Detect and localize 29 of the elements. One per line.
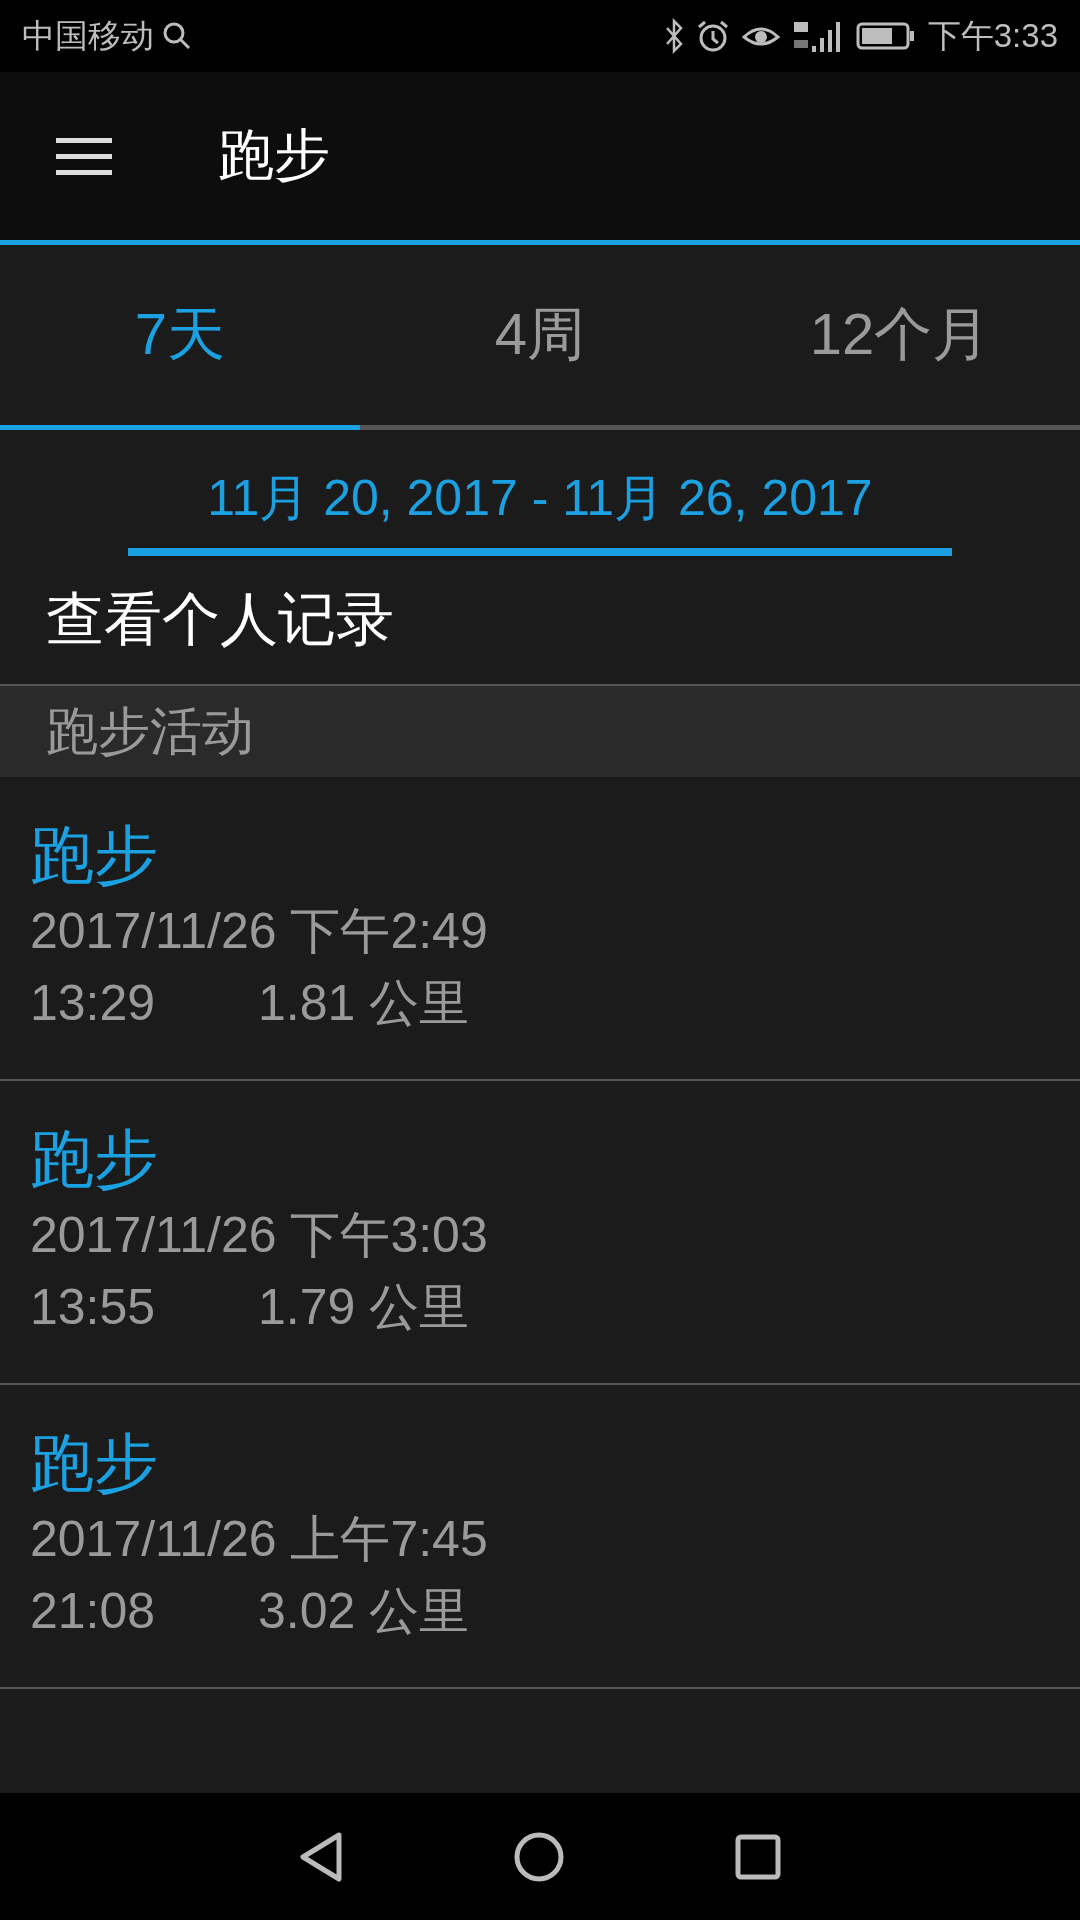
back-icon[interactable] xyxy=(299,1830,343,1883)
clock-time: 下午3:33 xyxy=(927,15,1058,56)
date-range[interactable]: 11月 20, 2017 - 11月 26, 2017 xyxy=(128,458,952,556)
period-tab[interactable]: 4周 xyxy=(360,245,720,430)
recent-apps-icon[interactable] xyxy=(735,1833,781,1880)
battery-icon xyxy=(855,22,916,50)
activity-duration: 21:08 xyxy=(30,1582,157,1641)
period-tab[interactable]: 7天 xyxy=(0,245,360,430)
search-icon xyxy=(162,21,192,51)
activity-duration: 13:29 xyxy=(30,974,157,1033)
activity-distance: 1.81 公里 xyxy=(258,974,470,1033)
activity-datetime: 2017/11/26 下午2:49 xyxy=(30,902,488,961)
bluetooth-icon xyxy=(663,18,684,54)
section-header: 跑步活动 xyxy=(0,686,1080,777)
activity-duration: 13:55 xyxy=(30,1278,157,1337)
period-tab[interactable]: 12个月 xyxy=(720,245,1080,430)
activity-title[interactable]: 跑步 xyxy=(30,1119,158,1199)
personal-records-link[interactable]: 查看个人记录 xyxy=(46,574,394,664)
activity-datetime: 2017/11/26 下午3:03 xyxy=(30,1206,488,1265)
activity-title[interactable]: 跑步 xyxy=(30,1423,158,1503)
home-icon[interactable] xyxy=(513,1830,565,1883)
activity-distance: 3.02 公里 xyxy=(258,1582,470,1641)
alarm-clock-icon xyxy=(695,19,730,53)
activity-datetime: 2017/11/26 上午7:45 xyxy=(30,1510,488,1569)
activity-distance: 1.79 公里 xyxy=(258,1278,470,1337)
activity-title[interactable]: 跑步 xyxy=(30,815,158,895)
menu-icon[interactable] xyxy=(56,136,112,176)
carrier-name: 中国移动 xyxy=(22,15,154,56)
page-title: 跑步 xyxy=(218,122,330,188)
